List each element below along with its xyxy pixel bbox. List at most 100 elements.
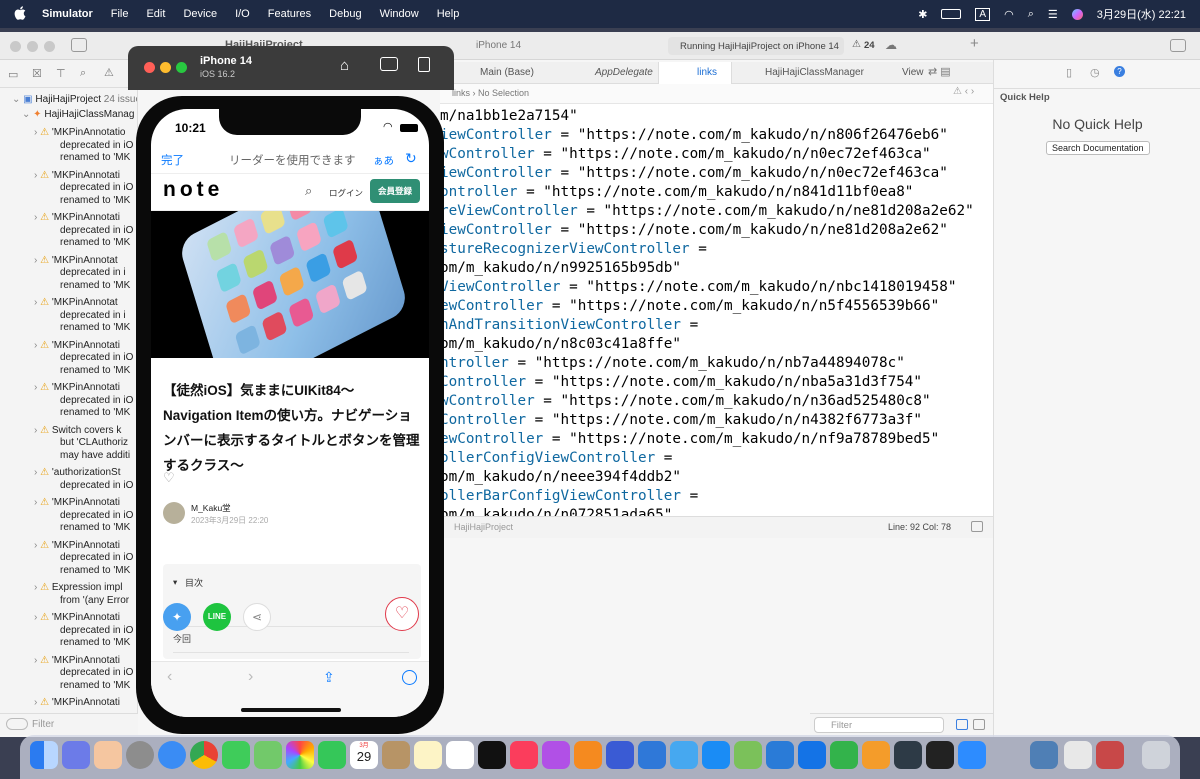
issue-item[interactable]: › ⚠ 'authorizationSt: [34, 467, 120, 480]
forward-icon[interactable]: ›: [248, 668, 253, 686]
filter-icon[interactable]: [6, 718, 28, 730]
issue-item[interactable]: › ⚠ 'MKPinAnnotat: [34, 255, 118, 268]
textedit-icon[interactable]: [1064, 741, 1092, 769]
maps-icon[interactable]: [254, 741, 282, 769]
share-line-button[interactable]: LINE: [203, 603, 231, 631]
contacts-icon[interactable]: [382, 741, 410, 769]
toc-title[interactable]: 目次: [185, 576, 203, 589]
compass-icon[interactable]: [402, 670, 417, 685]
issue-nav-arrows-icon[interactable]: ⚠ ‹ ›: [953, 86, 974, 97]
code-line[interactable]: iewController = "https://note.com/m_kaku…: [440, 221, 948, 240]
warning-triangle-icon[interactable]: ⚠: [852, 39, 861, 50]
window-minimize-button[interactable]: [27, 41, 38, 52]
bluetooth-icon[interactable]: ✱: [918, 8, 927, 21]
simulator-icon[interactable]: [670, 741, 698, 769]
group-node[interactable]: ⌄ ✦ HajiHajiClassManag: [22, 109, 134, 122]
note-logo[interactable]: note: [163, 178, 223, 202]
keynote-icon[interactable]: [798, 741, 826, 769]
code-line[interactable]: m/na1bb1e2a7154": [440, 107, 578, 126]
code-line[interactable]: om/m_kakudo/n/neee394f4ddb2": [440, 468, 681, 487]
music-icon[interactable]: [510, 741, 538, 769]
apple-tv-icon[interactable]: [478, 741, 506, 769]
sidebar-toggle-icon[interactable]: [71, 38, 87, 52]
numbers-icon[interactable]: [830, 741, 858, 769]
menu-debug[interactable]: Debug: [329, 8, 361, 20]
battery-icon[interactable]: [941, 9, 962, 19]
zoom-icon[interactable]: [958, 741, 986, 769]
issue-item[interactable]: › ⚠ 'MKPinAnnotati: [34, 697, 120, 710]
issue-item[interactable]: › ⚠ 'MKPinAnnotati: [34, 212, 120, 225]
menu-edit[interactable]: Edit: [146, 8, 165, 20]
code-line[interactable]: ntroller = "https://note.com/m_kakudo/n/…: [440, 354, 905, 373]
console-view-icon[interactable]: [973, 719, 985, 730]
safari-icon[interactable]: [158, 741, 186, 769]
safari-done-button[interactable]: 完了: [161, 152, 184, 168]
rotate-icon[interactable]: [418, 57, 430, 72]
sim-minimize-button[interactable]: [160, 62, 171, 73]
instruments-icon[interactable]: [638, 741, 666, 769]
tab-links[interactable]: links: [658, 62, 732, 84]
tab-view[interactable]: View: [902, 67, 924, 78]
run-destination[interactable]: iPhone 14: [476, 40, 521, 51]
chatgpt-icon[interactable]: [894, 741, 922, 769]
share-icon[interactable]: ⇪: [323, 669, 335, 686]
issue-item[interactable]: › ⚠ 'MKPinAnnotat: [34, 297, 118, 310]
xcode-icon[interactable]: [606, 741, 634, 769]
author-avatar[interactable]: [163, 502, 185, 524]
code-line[interactable]: reViewController = "https://note.com/m_k…: [440, 202, 974, 221]
home-icon[interactable]: ⌂: [340, 57, 349, 74]
window-close-button[interactable]: [10, 41, 21, 52]
terminal-icon[interactable]: [926, 741, 954, 769]
share-twitter-button[interactable]: ✦: [163, 603, 191, 631]
launchpad-icon[interactable]: [62, 741, 90, 769]
messages-icon[interactable]: [222, 741, 250, 769]
split-editor-icon[interactable]: ⇄ ▤: [928, 65, 951, 78]
spotlight-search-icon[interactable]: ⌕: [1028, 8, 1034, 21]
window-zoom-button[interactable]: [44, 41, 55, 52]
project-node[interactable]: ⌄ ▣ HajiHajiProject 24 issues: [12, 94, 137, 107]
author-name[interactable]: M_Kaku堂: [191, 502, 231, 514]
tab-appdelegate[interactable]: AppDelegate: [595, 67, 653, 78]
reminders-icon[interactable]: [446, 741, 474, 769]
menubar-clock[interactable]: 3月29日(水) 22:21: [1097, 6, 1186, 22]
system-settings-icon[interactable]: [126, 741, 154, 769]
menu-window[interactable]: Window: [380, 8, 419, 20]
photos-icon[interactable]: [286, 741, 314, 769]
source-editor[interactable]: m/na1bb1e2a7154" iewController = "https:/…: [440, 104, 993, 516]
input-source-indicator[interactable]: A: [975, 7, 991, 21]
note-search-icon[interactable]: ⌕: [305, 183, 312, 199]
jump-bar-path[interactable]: links › No Selection: [452, 88, 529, 98]
source-control-icon[interactable]: ☒: [32, 67, 42, 80]
calendar-icon[interactable]: 3月 29: [350, 741, 378, 769]
quick-help-icon[interactable]: ?: [1114, 66, 1125, 77]
find-icon[interactable]: ⌕: [80, 67, 86, 80]
issue-item[interactable]: › ⚠ 'MKPinAnnotati: [34, 497, 120, 510]
toc-item-first[interactable]: 今回: [173, 632, 191, 645]
code-line[interactable]: ollerConfigViewController =: [440, 449, 672, 468]
issue-navigator-icon[interactable]: ⚠: [104, 66, 114, 79]
books-icon[interactable]: [574, 741, 602, 769]
reader-available-label[interactable]: リーダーを使用できます: [229, 152, 356, 168]
code-line[interactable]: ViewController = "https://note.com/m_kak…: [440, 278, 956, 297]
variables-view-icon[interactable]: [956, 719, 968, 730]
issue-item[interactable]: › ⚠ 'MKPinAnnotati: [34, 540, 120, 553]
code-line[interactable]: ollerBarConfigViewController =: [440, 487, 698, 506]
tab-main-base[interactable]: Main (Base): [480, 67, 534, 78]
podcasts-icon[interactable]: [542, 741, 570, 769]
notes-icon[interactable]: [414, 741, 442, 769]
toc-caret-icon[interactable]: ▾: [173, 577, 177, 588]
code-line[interactable]: Controller = "https://note.com/m_kakudo/…: [440, 373, 922, 392]
pages-icon[interactable]: [862, 741, 890, 769]
sim-zoom-button[interactable]: [176, 62, 187, 73]
reload-icon[interactable]: ↻: [405, 150, 417, 167]
notepad-icon[interactable]: [94, 741, 122, 769]
menu-file[interactable]: File: [111, 8, 129, 20]
issue-item[interactable]: › ⚠ 'MKPinAnnotati: [34, 170, 120, 183]
menu-app-name[interactable]: Simulator: [42, 8, 93, 20]
share-more-button[interactable]: ⋖: [243, 603, 271, 631]
debug-filter-input[interactable]: Filter: [814, 717, 944, 733]
text-size-button[interactable]: ぁあ: [373, 153, 394, 168]
issue-item[interactable]: › ⚠ Switch covers k: [34, 425, 121, 438]
chrome-icon[interactable]: [190, 741, 218, 769]
tab-classmanager[interactable]: HajiHajiClassManager: [765, 67, 864, 78]
